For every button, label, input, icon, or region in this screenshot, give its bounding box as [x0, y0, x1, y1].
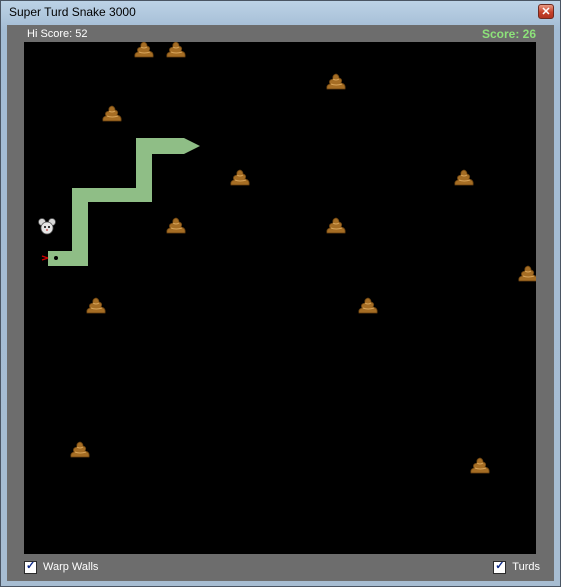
turd-icon — [454, 169, 474, 186]
window-title: Super Turd Snake 3000 — [9, 5, 136, 19]
snake-eye — [54, 256, 58, 260]
title-bar[interactable]: Super Turd Snake 3000 ✕ — [1, 1, 560, 25]
turds-checkbox[interactable]: Turds — [493, 559, 540, 574]
hi-score-label: Hi Score: 52 — [27, 28, 88, 40]
turd-icon — [326, 73, 346, 90]
score-bar: Hi Score: 52 Score: 26 — [7, 25, 554, 42]
warp-walls-label: Warp Walls — [43, 561, 99, 573]
mouse-icon — [38, 218, 56, 235]
game-board[interactable] — [24, 42, 536, 554]
warp-walls-checkbox[interactable]: Warp Walls — [24, 559, 99, 574]
turd-icon — [86, 297, 106, 314]
score-label: Score: 26 — [481, 27, 536, 41]
snake-tongue — [41, 255, 49, 261]
turd-icon — [70, 441, 90, 458]
game-window: Super Turd Snake 3000 ✕ Hi Score: 52 Sco… — [0, 0, 561, 587]
turd-icon — [134, 42, 154, 58]
snake — [41, 138, 200, 266]
checkbox-checked-icon — [24, 559, 37, 574]
board-canvas — [38, 42, 536, 474]
client-area: Hi Score: 52 Score: 26 ✓ Warp Walls ✓ Tu… — [7, 25, 554, 581]
turds-label: Turds — [512, 561, 540, 573]
turd-icon — [358, 297, 378, 314]
turd-icon — [166, 217, 186, 234]
turd-icon — [518, 265, 536, 282]
options-bar: Warp Walls Turds — [7, 555, 554, 581]
turd-icon — [102, 105, 122, 122]
turd-icon — [470, 457, 490, 474]
checkbox-checked-icon — [493, 559, 507, 574]
turd-icon — [166, 42, 186, 58]
close-button[interactable]: ✕ — [538, 4, 554, 19]
close-icon: ✕ — [541, 6, 551, 18]
turd-icon — [230, 169, 250, 186]
turd-icon — [326, 217, 346, 234]
